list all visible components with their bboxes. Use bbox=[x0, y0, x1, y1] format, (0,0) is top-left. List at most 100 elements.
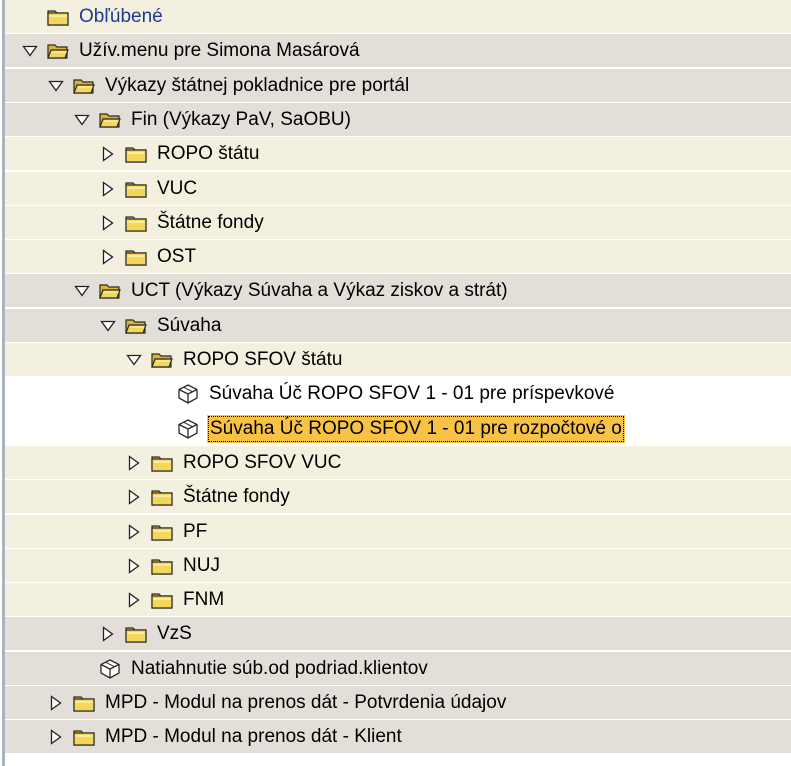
tree-node-label[interactable]: MPD - Modul na prenos dát - Potvrdenia ú… bbox=[103, 686, 508, 719]
transaction-cube-icon bbox=[99, 659, 123, 679]
tree-node-label[interactable]: ROPO štátu bbox=[155, 137, 261, 170]
folder-closed-icon bbox=[47, 7, 71, 27]
tree-node[interactable]: VUC bbox=[97, 172, 199, 205]
tree-transaction-row[interactable]: Súvaha Úč ROPO SFOV 1 - 01 pre rozpočtov… bbox=[5, 412, 791, 446]
tree-node[interactable]: Štátne fondy bbox=[123, 480, 292, 513]
expand-triangle-icon[interactable] bbox=[97, 213, 119, 233]
tree-folder-row[interactable]: PF bbox=[5, 515, 791, 549]
menu-tree[interactable]: Obľúbené Užív.menu pre Simona Masárová Výk… bbox=[2, 0, 791, 766]
expand-triangle-icon[interactable] bbox=[45, 727, 67, 747]
tree-node-label[interactable]: Obľúbené bbox=[77, 0, 165, 33]
tree-node[interactable]: MPD - Modul na prenos dát - Klient bbox=[45, 720, 404, 753]
tree-folder-row[interactable]: Štátne fondy bbox=[5, 480, 791, 514]
tree-node[interactable]: ROPO SFOV VUC bbox=[123, 446, 343, 479]
tree-node[interactable]: Fin (Výkazy PaV, SaOBU) bbox=[71, 103, 353, 136]
folder-open-icon bbox=[73, 76, 97, 96]
tree-folder-row[interactable]: Štátne fondy bbox=[5, 206, 791, 240]
tree-node[interactable]: Súvaha Úč ROPO SFOV 1 - 01 pre príspevko… bbox=[149, 377, 617, 410]
folder-closed-icon bbox=[125, 179, 149, 199]
tree-folder-row[interactable]: OST bbox=[5, 240, 791, 274]
tree-node-label[interactable]: VUC bbox=[155, 172, 199, 205]
tree-folder-row[interactable]: ROPO SFOV VUC bbox=[5, 446, 791, 480]
tree-folder-row[interactable]: UCT (Výkazy Súvaha a Výkaz ziskov a strá… bbox=[5, 274, 791, 308]
tree-node[interactable]: Natiahnutie súb.od podriad.klientov bbox=[71, 652, 430, 685]
collapse-triangle-icon[interactable] bbox=[71, 110, 93, 130]
collapse-triangle-icon[interactable] bbox=[19, 41, 41, 61]
tree-folder-row[interactable]: VUC bbox=[5, 172, 791, 206]
tree-node[interactable]: Súvaha Úč ROPO SFOV 1 - 01 pre rozpočtov… bbox=[149, 412, 625, 445]
folder-closed-icon bbox=[151, 590, 175, 610]
tree-folder-row[interactable]: ROPO štátu bbox=[5, 137, 791, 171]
expand-triangle-icon[interactable] bbox=[123, 487, 145, 507]
expand-triangle-icon[interactable] bbox=[97, 144, 119, 164]
tree-folder-row[interactable]: MPD - Modul na prenos dát - Potvrdenia ú… bbox=[5, 686, 791, 720]
tree-folder-row[interactable]: Výkazy štátnej pokladnice pre portál bbox=[5, 69, 791, 103]
tree-folder-row[interactable]: FNM bbox=[5, 583, 791, 617]
tree-node-label[interactable]: ROPO SFOV štátu bbox=[181, 343, 344, 376]
tree-folder-row[interactable]: Užív.menu pre Simona Masárová bbox=[5, 34, 791, 68]
tree-folder-row[interactable]: NUJ bbox=[5, 549, 791, 583]
tree-node-label[interactable]: FNM bbox=[181, 583, 226, 616]
tree-folder-row[interactable]: Súvaha bbox=[5, 309, 791, 343]
expand-triangle-icon[interactable] bbox=[97, 624, 119, 644]
collapse-triangle-icon[interactable] bbox=[45, 76, 67, 96]
tree-node-label[interactable]: OST bbox=[155, 240, 198, 273]
tree-node[interactable]: ROPO štátu bbox=[97, 137, 261, 170]
collapse-triangle-icon[interactable] bbox=[97, 316, 119, 336]
collapse-triangle-icon[interactable] bbox=[71, 281, 93, 301]
tree-node-label[interactable]: PF bbox=[181, 515, 209, 548]
expand-triangle-icon[interactable] bbox=[123, 590, 145, 610]
tree-node-label[interactable]: Súvaha bbox=[155, 309, 223, 342]
expand-triangle-icon[interactable] bbox=[123, 522, 145, 542]
tree-node-label[interactable]: Natiahnutie súb.od podriad.klientov bbox=[129, 652, 430, 685]
tree-node[interactable]: Obľúbené bbox=[19, 0, 165, 33]
collapse-triangle-icon[interactable] bbox=[123, 350, 145, 370]
tree-node-label[interactable]: Súvaha Úč ROPO SFOV 1 - 01 pre rozpočtov… bbox=[207, 415, 625, 443]
tree-transaction-row[interactable]: Natiahnutie súb.od podriad.klientov bbox=[5, 652, 791, 686]
folder-closed-icon bbox=[125, 144, 149, 164]
tree-node[interactable]: ROPO SFOV štátu bbox=[123, 343, 344, 376]
tree-folder-row[interactable]: Obľúbené bbox=[5, 0, 791, 34]
expand-triangle-icon[interactable] bbox=[123, 453, 145, 473]
expand-triangle-icon[interactable] bbox=[97, 179, 119, 199]
tree-node[interactable]: FNM bbox=[123, 583, 226, 616]
tree-node-label[interactable]: NUJ bbox=[181, 549, 222, 582]
expand-triangle-icon[interactable] bbox=[123, 556, 145, 576]
tree-node-label[interactable]: Štátne fondy bbox=[155, 206, 266, 239]
tree-transaction-row[interactable]: Súvaha Úč ROPO SFOV 1 - 01 pre príspevko… bbox=[5, 377, 791, 411]
tree-folder-row[interactable]: MPD - Modul na prenos dát - Klient bbox=[5, 720, 791, 754]
tree-node-label[interactable]: UCT (Výkazy Súvaha a Výkaz ziskov a strá… bbox=[129, 274, 510, 307]
tree-node[interactable]: Štátne fondy bbox=[97, 206, 266, 239]
tree-folder-row[interactable]: Fin (Výkazy PaV, SaOBU) bbox=[5, 103, 791, 137]
folder-closed-icon bbox=[125, 247, 149, 267]
folder-open-icon bbox=[125, 316, 149, 336]
tree-node[interactable]: MPD - Modul na prenos dát - Potvrdenia ú… bbox=[45, 686, 508, 719]
folder-open-icon bbox=[99, 281, 123, 301]
tree-node[interactable]: VzS bbox=[97, 617, 194, 650]
tree-node-label[interactable]: VzS bbox=[155, 617, 194, 650]
tree-node-label[interactable]: Fin (Výkazy PaV, SaOBU) bbox=[129, 103, 353, 136]
tree-node[interactable]: Užív.menu pre Simona Masárová bbox=[19, 34, 362, 67]
tree-folder-row[interactable]: VzS bbox=[5, 617, 791, 651]
tree-node-label[interactable]: Súvaha Úč ROPO SFOV 1 - 01 pre príspevko… bbox=[207, 377, 617, 410]
tree-folder-row[interactable]: ROPO SFOV štátu bbox=[5, 343, 791, 377]
tree-node-label[interactable]: MPD - Modul na prenos dát - Klient bbox=[103, 720, 404, 753]
folder-open-icon bbox=[151, 350, 175, 370]
folder-closed-icon bbox=[125, 213, 149, 233]
tree-node-label[interactable]: ROPO SFOV VUC bbox=[181, 446, 343, 479]
tree-node[interactable]: OST bbox=[97, 240, 198, 273]
tree-node-label[interactable]: Štátne fondy bbox=[181, 480, 292, 513]
tree-node[interactable]: Súvaha bbox=[97, 309, 223, 342]
tree-node[interactable]: NUJ bbox=[123, 549, 222, 582]
tree-node-label[interactable]: Výkazy štátnej pokladnice pre portál bbox=[103, 69, 411, 102]
tree-node[interactable]: PF bbox=[123, 515, 209, 548]
expand-triangle-icon[interactable] bbox=[97, 247, 119, 267]
expand-triangle-icon[interactable] bbox=[45, 693, 67, 713]
tree-node-label[interactable]: Užív.menu pre Simona Masárová bbox=[77, 34, 362, 67]
folder-closed-icon bbox=[73, 727, 97, 747]
tree-node[interactable]: Výkazy štátnej pokladnice pre portál bbox=[45, 69, 411, 102]
tree-node[interactable]: UCT (Výkazy Súvaha a Výkaz ziskov a strá… bbox=[71, 274, 510, 307]
folder-closed-icon bbox=[151, 556, 175, 576]
folder-closed-icon bbox=[73, 693, 97, 713]
folder-closed-icon bbox=[125, 624, 149, 644]
